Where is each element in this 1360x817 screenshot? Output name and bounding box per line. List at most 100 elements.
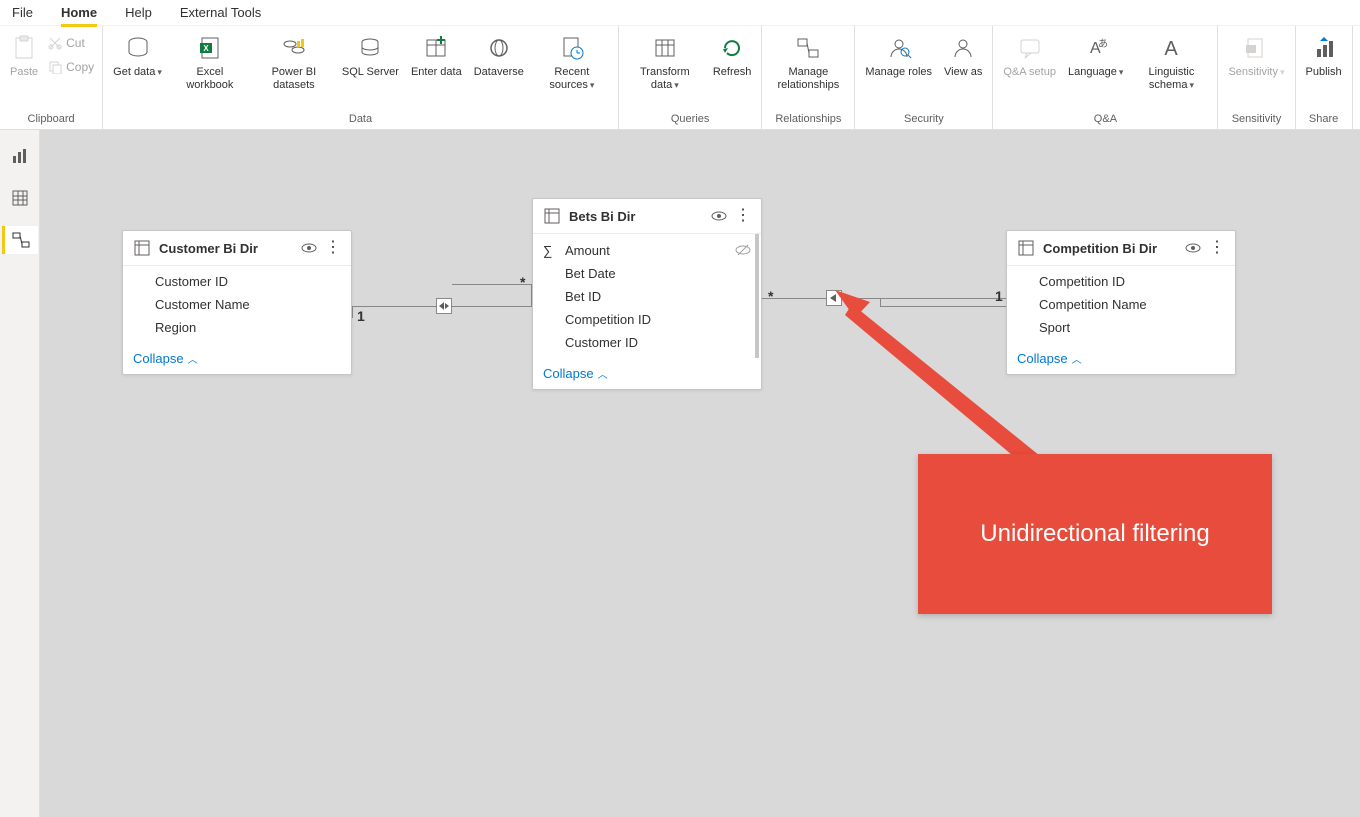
relationship-line-step <box>352 306 356 318</box>
visibility-icon[interactable] <box>301 240 317 256</box>
menu-help[interactable]: Help <box>125 1 152 24</box>
table-icon <box>133 239 151 257</box>
ribbon-label-security: Security <box>859 113 988 127</box>
left-nav <box>0 130 40 817</box>
table-icon <box>543 207 561 225</box>
ribbon-label-queries: Queries <box>623 113 758 127</box>
field-item[interactable]: Region <box>123 316 351 339</box>
ribbon-label-relationships: Relationships <box>766 113 850 127</box>
sql-server-icon <box>357 32 383 64</box>
ribbon-label-qa: Q&A <box>997 113 1213 127</box>
sensitivity-icon <box>1243 32 1269 64</box>
model-view-icon <box>12 231 30 249</box>
report-view-button[interactable] <box>2 142 38 170</box>
qa-setup-button: Q&A setup <box>997 30 1062 94</box>
cardinality-many-2: * <box>768 288 773 304</box>
field-item[interactable]: ∑Amount <box>533 238 761 262</box>
excel-icon: X <box>197 32 223 64</box>
linguistic-schema-button[interactable]: ALinguistic schema <box>1129 30 1213 94</box>
ribbon-group-share: Publish Share <box>1296 26 1353 129</box>
menu-file[interactable]: File <box>12 1 33 24</box>
sql-server-button[interactable]: SQL Server <box>336 30 405 94</box>
sensitivity-button: Sensitivity <box>1222 30 1290 81</box>
view-as-button[interactable]: View as <box>938 30 988 81</box>
refresh-button[interactable]: Refresh <box>707 30 758 94</box>
visibility-icon[interactable] <box>1185 240 1201 256</box>
enter-data-button[interactable]: Enter data <box>405 30 468 94</box>
paste-button: Paste <box>4 30 44 81</box>
copy-button: Copy <box>48 56 94 78</box>
menu-external-tools[interactable]: External Tools <box>180 1 261 24</box>
field-item[interactable]: Customer ID <box>533 331 761 354</box>
table-customer[interactable]: Customer Bi Dir ⋮ Customer ID Customer N… <box>122 230 352 375</box>
manage-roles-icon <box>886 32 912 64</box>
ribbon-group-qa: Q&A setup AあLanguage ALinguistic schema … <box>993 26 1218 129</box>
publish-button[interactable]: Publish <box>1300 30 1348 81</box>
cardinality-many: * <box>520 274 525 290</box>
enter-data-icon <box>423 32 449 64</box>
svg-text:X: X <box>203 44 209 53</box>
language-icon: Aあ <box>1083 32 1109 64</box>
sigma-icon: ∑ <box>543 243 552 258</box>
report-view-icon <box>11 147 29 165</box>
field-item[interactable]: Bet Date <box>533 262 761 285</box>
menu-home[interactable]: Home <box>61 1 97 27</box>
recent-sources-button[interactable]: Recent sources <box>530 30 614 94</box>
copy-icon <box>48 60 62 74</box>
publish-icon <box>1311 32 1337 64</box>
get-data-icon <box>125 32 151 64</box>
filter-direction-both[interactable] <box>436 298 452 314</box>
hidden-icon[interactable] <box>735 242 751 258</box>
visibility-icon[interactable] <box>711 208 727 224</box>
callout-arrow <box>835 290 1055 470</box>
ribbon-group-security: Manage roles View as Security <box>855 26 993 129</box>
refresh-icon <box>719 32 745 64</box>
ribbon-group-sensitivity: Sensitivity Sensitivity <box>1218 26 1295 129</box>
field-item[interactable]: Customer Name <box>123 293 351 316</box>
transform-data-button[interactable]: Transform data <box>623 30 707 94</box>
manage-relationships-button[interactable]: Manage relationships <box>766 30 850 94</box>
ribbon: Paste Cut Copy Clipboard Get data XExcel… <box>0 26 1360 130</box>
qa-setup-icon <box>1017 32 1043 64</box>
recent-sources-icon <box>559 32 585 64</box>
excel-workbook-button[interactable]: XExcel workbook <box>168 30 252 94</box>
svg-text:あ: あ <box>1098 38 1108 50</box>
linguistic-schema-icon: A <box>1158 32 1184 64</box>
data-view-button[interactable] <box>2 184 38 212</box>
get-data-button[interactable]: Get data <box>107 30 168 94</box>
powerbi-datasets-button[interactable]: Power BI datasets <box>252 30 336 94</box>
more-options-icon[interactable]: ⋮ <box>325 240 341 256</box>
annotation-callout: Unidirectional filtering <box>918 454 1272 614</box>
manage-roles-button[interactable]: Manage roles <box>859 30 938 81</box>
collapse-button[interactable]: Collapse︿ <box>533 358 761 389</box>
powerbi-datasets-icon <box>281 32 307 64</box>
ribbon-label-data: Data <box>107 113 614 127</box>
table-bets[interactable]: Bets Bi Dir ⋮ ∑Amount Bet Date Bet ID Co… <box>532 198 762 390</box>
callout-text: Unidirectional filtering <box>980 520 1209 548</box>
ribbon-label-share: Share <box>1300 113 1348 127</box>
model-canvas[interactable]: 1 * * 1 Customer Bi Dir ⋮ Customer ID Cu… <box>40 130 1360 817</box>
table-icon <box>1017 239 1035 257</box>
ribbon-group-relationships: Manage relationships Relationships <box>762 26 855 129</box>
more-options-icon[interactable]: ⋮ <box>1209 240 1225 256</box>
language-button[interactable]: AあLanguage <box>1062 30 1129 94</box>
field-item[interactable]: Bet ID <box>533 285 761 308</box>
field-item[interactable]: Customer ID <box>123 270 351 293</box>
table-title: Bets Bi Dir <box>569 209 703 224</box>
table-title: Competition Bi Dir <box>1043 241 1177 256</box>
cardinality-one: 1 <box>357 308 365 324</box>
table-title: Customer Bi Dir <box>159 241 293 256</box>
menubar: File Home Help External Tools <box>0 0 1360 26</box>
dataverse-icon <box>486 32 512 64</box>
more-options-icon[interactable]: ⋮ <box>735 208 751 224</box>
ribbon-group-clipboard: Paste Cut Copy Clipboard <box>0 26 103 129</box>
relationships-icon <box>795 32 821 64</box>
dataverse-button[interactable]: Dataverse <box>468 30 530 94</box>
collapse-button[interactable]: Collapse︿ <box>123 343 351 374</box>
model-view-button[interactable] <box>2 226 38 254</box>
paste-icon <box>11 32 37 64</box>
field-item[interactable]: Competition ID <box>533 308 761 331</box>
ribbon-group-queries: Transform data Refresh Queries <box>619 26 763 129</box>
data-view-icon <box>11 189 29 207</box>
transform-data-icon <box>652 32 678 64</box>
